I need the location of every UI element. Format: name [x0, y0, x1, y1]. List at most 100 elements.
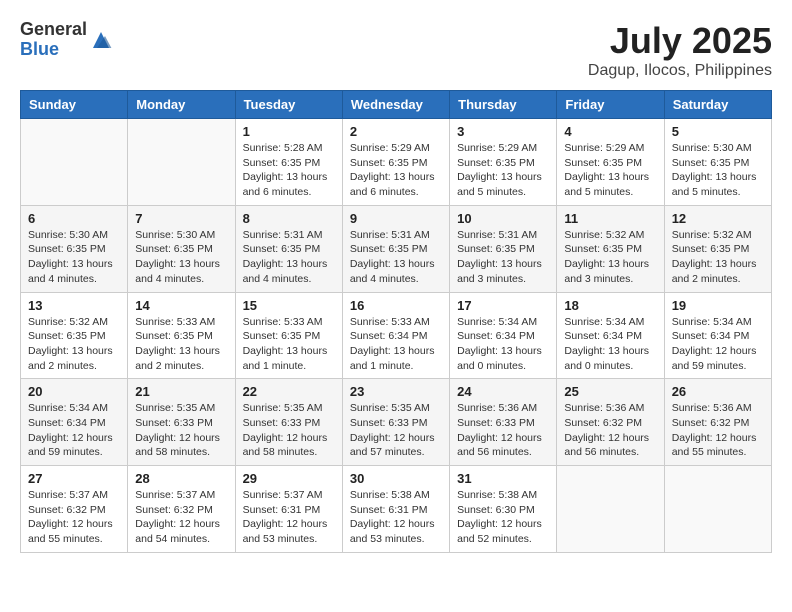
day-detail: Sunrise: 5:33 AMSunset: 6:34 PMDaylight:…: [350, 315, 442, 374]
calendar-cell: 8 Sunrise: 5:31 AMSunset: 6:35 PMDaylight…: [235, 205, 342, 292]
calendar-cell: 26Sunrise: 5:36 AMSunset: 6:32 PMDayligh…: [664, 379, 771, 466]
day-number: 7: [135, 211, 227, 226]
day-detail: Sunrise: 5:29 AMSunset: 6:35 PMDaylight:…: [564, 141, 656, 200]
day-number: 3: [457, 124, 549, 139]
calendar-cell: [664, 466, 771, 553]
day-number: 14: [135, 298, 227, 313]
calendar-cell: 27 Sunrise: 5:37 AMSunset: 6:32 PMDayligh…: [21, 466, 128, 553]
day-detail: Sunrise: 5:35 AMSunset: 6:33 PMDaylight:…: [135, 401, 227, 460]
day-number: 29: [243, 471, 335, 486]
day-number: 9: [350, 211, 442, 226]
calendar-cell: 15Sunrise: 5:33 AMSunset: 6:35 PMDayligh…: [235, 292, 342, 379]
day-detail: Sunrise: 5:36 AMSunset: 6:32 PMDaylight:…: [672, 401, 764, 460]
day-detail: Sunrise: 5:33 AMSunset: 6:35 PMDaylight:…: [135, 315, 227, 374]
day-number: 31: [457, 471, 549, 486]
calendar-cell: 25 Sunrise: 5:36 AMSunset: 6:32 PMDayligh…: [557, 379, 664, 466]
month-title: July 2025: [588, 20, 772, 62]
day-number: 6: [28, 211, 120, 226]
logo-general-text: General: [20, 20, 87, 40]
day-detail: Sunrise: 5:34 AMSunset: 6:34 PMDaylight:…: [672, 315, 764, 374]
week-row-1: 1 Sunrise: 5:28 AMSunset: 6:35 PMDaylight…: [21, 119, 772, 206]
day-detail: Sunrise: 5:36 AMSunset: 6:32 PMDaylight:…: [564, 401, 656, 460]
calendar-cell: 11Sunrise: 5:32 AMSunset: 6:35 PMDayligh…: [557, 205, 664, 292]
weekday-header-row: SundayMondayTuesdayWednesdayThursdayFrid…: [21, 91, 772, 119]
calendar-cell: 2Sunrise: 5:29 AMSunset: 6:35 PMDaylight…: [342, 119, 449, 206]
calendar-cell: 21 Sunrise: 5:35 AMSunset: 6:33 PMDayligh…: [128, 379, 235, 466]
calendar-cell: [21, 119, 128, 206]
day-number: 13: [28, 298, 120, 313]
day-number: 20: [28, 384, 120, 399]
calendar-cell: [128, 119, 235, 206]
day-detail: Sunrise: 5:32 AMSunset: 6:35 PMDaylight:…: [564, 228, 656, 287]
day-number: 23: [350, 384, 442, 399]
day-detail: Sunrise: 5:34 AMSunset: 6:34 PMDaylight:…: [457, 315, 549, 374]
day-detail: Sunrise: 5:37 AMSunset: 6:31 PMDaylight:…: [243, 488, 335, 547]
calendar-cell: 12Sunrise: 5:32 AMSunset: 6:35 PMDayligh…: [664, 205, 771, 292]
day-number: 25: [564, 384, 656, 399]
day-number: 24: [457, 384, 549, 399]
calendar-cell: 19Sunrise: 5:34 AMSunset: 6:34 PMDayligh…: [664, 292, 771, 379]
logo-blue-text: Blue: [20, 40, 87, 60]
day-number: 1: [243, 124, 335, 139]
day-number: 21: [135, 384, 227, 399]
calendar-cell: 18Sunrise: 5:34 AMSunset: 6:34 PMDayligh…: [557, 292, 664, 379]
day-detail: Sunrise: 5:29 AMSunset: 6:35 PMDaylight:…: [457, 141, 549, 200]
calendar-cell: 31 Sunrise: 5:38 AMSunset: 6:30 PMDayligh…: [450, 466, 557, 553]
day-number: 28: [135, 471, 227, 486]
day-number: 8: [243, 211, 335, 226]
calendar-cell: 16 Sunrise: 5:33 AMSunset: 6:34 PMDayligh…: [342, 292, 449, 379]
calendar-cell: 13 Sunrise: 5:32 AMSunset: 6:35 PMDayligh…: [21, 292, 128, 379]
day-number: 5: [672, 124, 764, 139]
day-detail: Sunrise: 5:34 AMSunset: 6:34 PMDaylight:…: [564, 315, 656, 374]
calendar-cell: 24 Sunrise: 5:36 AMSunset: 6:33 PMDayligh…: [450, 379, 557, 466]
calendar-cell: 1 Sunrise: 5:28 AMSunset: 6:35 PMDaylight…: [235, 119, 342, 206]
day-detail: Sunrise: 5:32 AMSunset: 6:35 PMDaylight:…: [672, 228, 764, 287]
day-detail: Sunrise: 5:30 AMSunset: 6:35 PMDaylight:…: [28, 228, 120, 287]
logo-icon: [89, 28, 113, 52]
day-detail: Sunrise: 5:29 AMSunset: 6:35 PMDaylight:…: [350, 141, 442, 200]
calendar-cell: 14 Sunrise: 5:33 AMSunset: 6:35 PMDayligh…: [128, 292, 235, 379]
day-number: 10: [457, 211, 549, 226]
day-detail: Sunrise: 5:37 AMSunset: 6:32 PMDaylight:…: [135, 488, 227, 547]
day-detail: Sunrise: 5:35 AMSunset: 6:33 PMDaylight:…: [243, 401, 335, 460]
calendar-cell: 20 Sunrise: 5:34 AMSunset: 6:34 PMDayligh…: [21, 379, 128, 466]
day-detail: Sunrise: 5:31 AMSunset: 6:35 PMDaylight:…: [457, 228, 549, 287]
day-detail: Sunrise: 5:30 AMSunset: 6:35 PMDaylight:…: [135, 228, 227, 287]
day-detail: Sunrise: 5:34 AMSunset: 6:34 PMDaylight:…: [28, 401, 120, 460]
day-detail: Sunrise: 5:31 AMSunset: 6:35 PMDaylight:…: [243, 228, 335, 287]
calendar-cell: [557, 466, 664, 553]
weekday-header-saturday: Saturday: [664, 91, 771, 119]
day-detail: Sunrise: 5:31 AMSunset: 6:35 PMDaylight:…: [350, 228, 442, 287]
weekday-header-tuesday: Tuesday: [235, 91, 342, 119]
day-number: 17: [457, 298, 549, 313]
location-text: Dagup, Ilocos, Philippines: [588, 62, 772, 80]
day-detail: Sunrise: 5:38 AMSunset: 6:31 PMDaylight:…: [350, 488, 442, 547]
day-detail: Sunrise: 5:37 AMSunset: 6:32 PMDaylight:…: [28, 488, 120, 547]
day-number: 27: [28, 471, 120, 486]
weekday-header-monday: Monday: [128, 91, 235, 119]
week-row-2: 6 Sunrise: 5:30 AMSunset: 6:35 PMDaylight…: [21, 205, 772, 292]
week-row-4: 20 Sunrise: 5:34 AMSunset: 6:34 PMDayligh…: [21, 379, 772, 466]
calendar-cell: 3 Sunrise: 5:29 AMSunset: 6:35 PMDaylight…: [450, 119, 557, 206]
title-block: July 2025 Dagup, Ilocos, Philippines: [588, 20, 772, 80]
day-detail: Sunrise: 5:28 AMSunset: 6:35 PMDaylight:…: [243, 141, 335, 200]
calendar-cell: 7 Sunrise: 5:30 AMSunset: 6:35 PMDaylight…: [128, 205, 235, 292]
day-detail: Sunrise: 5:38 AMSunset: 6:30 PMDaylight:…: [457, 488, 549, 547]
day-number: 22: [243, 384, 335, 399]
calendar-cell: 9 Sunrise: 5:31 AMSunset: 6:35 PMDaylight…: [342, 205, 449, 292]
calendar-cell: 6 Sunrise: 5:30 AMSunset: 6:35 PMDaylight…: [21, 205, 128, 292]
day-detail: Sunrise: 5:30 AMSunset: 6:35 PMDaylight:…: [672, 141, 764, 200]
day-detail: Sunrise: 5:32 AMSunset: 6:35 PMDaylight:…: [28, 315, 120, 374]
calendar-cell: 4 Sunrise: 5:29 AMSunset: 6:35 PMDaylight…: [557, 119, 664, 206]
weekday-header-thursday: Thursday: [450, 91, 557, 119]
day-number: 4: [564, 124, 656, 139]
calendar-cell: 10 Sunrise: 5:31 AMSunset: 6:35 PMDayligh…: [450, 205, 557, 292]
calendar-cell: 22 Sunrise: 5:35 AMSunset: 6:33 PMDayligh…: [235, 379, 342, 466]
day-number: 16: [350, 298, 442, 313]
page-header: General Blue July 2025 Dagup, Ilocos, Ph…: [20, 20, 772, 80]
calendar-cell: 30 Sunrise: 5:38 AMSunset: 6:31 PMDayligh…: [342, 466, 449, 553]
day-number: 30: [350, 471, 442, 486]
day-detail: Sunrise: 5:36 AMSunset: 6:33 PMDaylight:…: [457, 401, 549, 460]
weekday-header-friday: Friday: [557, 91, 664, 119]
calendar-cell: 17 Sunrise: 5:34 AMSunset: 6:34 PMDayligh…: [450, 292, 557, 379]
